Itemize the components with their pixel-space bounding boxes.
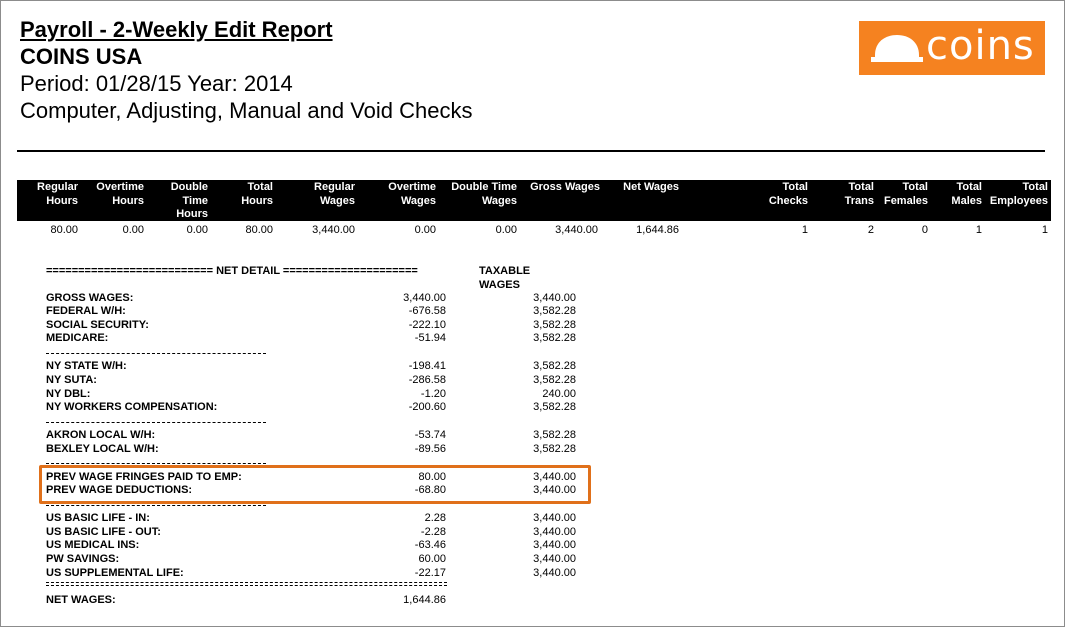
value-total-females: 0 [921, 224, 928, 236]
value-total-hours: 80.00 [245, 224, 273, 236]
detail-label: NY STATE W/H: [46, 360, 127, 372]
header-total-males: Total Males [951, 181, 982, 207]
taxable-wages-header: TAXABLE WAGES [479, 265, 531, 291]
detail-label: MEDICARE: [46, 332, 109, 344]
detail-amount: -68.80 [414, 484, 446, 496]
detail-label: NY SUTA: [46, 374, 97, 386]
total-divider [46, 582, 447, 586]
header-total-employees: Total Employees [989, 181, 1048, 207]
header-regular-hours: Regular Hours [37, 181, 78, 207]
detail-label: AKRON LOCAL W/H: [46, 429, 156, 441]
net-detail-header: ========================== NET DETAIL ==… [46, 265, 418, 277]
header-overtime-hours: Overtime Hours [96, 181, 144, 207]
detail-amount: 80.00 [418, 471, 446, 483]
detail-taxable: 3,440.00 [533, 526, 576, 538]
detail-taxable: 3,440.00 [533, 553, 576, 565]
detail-label: US SUPPLEMENTAL LIFE: [46, 567, 184, 579]
value-total-trans: 2 [867, 224, 874, 236]
detail-label: US MEDICAL INS: [46, 539, 140, 551]
detail-taxable: 3,440.00 [533, 484, 576, 496]
value-regular-hours: 80.00 [50, 224, 78, 236]
header-double-time-hours: Double Time Hours [170, 181, 208, 220]
detail-label: FEDERAL W/H: [46, 305, 126, 317]
detail-label: NY WORKERS COMPENSATION: [46, 401, 218, 413]
detail-amount: -200.60 [408, 401, 446, 413]
value-gross-wages: 3,440.00 [555, 224, 598, 236]
detail-amount: -22.17 [414, 567, 446, 579]
detail-label: US BASIC LIFE - IN: [46, 512, 150, 524]
detail-amount: 2.28 [424, 512, 446, 524]
value-total-checks: 1 [801, 224, 808, 236]
detail-label: NY DBL: [46, 388, 91, 400]
header-total-hours: Total Hours [241, 181, 273, 207]
detail-taxable: 3,440.00 [533, 292, 576, 304]
detail-label: GROSS WAGES: [46, 292, 134, 304]
detail-taxable: 3,440.00 [533, 512, 576, 524]
detail-amount: -198.41 [408, 360, 446, 372]
value-regular-wages: 3,440.00 [312, 224, 355, 236]
header-rule [17, 150, 1045, 152]
detail-taxable: 3,440.00 [533, 539, 576, 551]
detail-taxable: 3,440.00 [533, 471, 576, 483]
detail-amount: -222.10 [408, 319, 446, 331]
net-wages-amount: 1,644.86 [403, 594, 446, 606]
value-total-males: 1 [975, 224, 982, 236]
value-double-time-hours: 0.00 [186, 224, 208, 236]
net-wages-label: NET WAGES: [46, 594, 116, 606]
detail-amount: -51.94 [414, 332, 446, 344]
report-title: Payroll - 2-Weekly Edit Report [20, 17, 333, 42]
value-double-time-wages: 0.00 [495, 224, 517, 236]
detail-label: PW SAVINGS: [46, 553, 120, 565]
detail-taxable: 3,582.28 [533, 319, 576, 331]
detail-amount: -2.28 [420, 526, 446, 538]
detail-amount: -286.58 [408, 374, 446, 386]
detail-amount: -89.56 [414, 443, 446, 455]
detail-taxable: 3,582.28 [533, 443, 576, 455]
detail-taxable: 3,582.28 [533, 374, 576, 386]
header-net-wages: Net Wages [623, 181, 679, 193]
header-overtime-wages: Overtime Wages [388, 181, 436, 207]
period-line: Period: 01/28/15 Year: 2014 [20, 71, 293, 96]
detail-label: BEXLEY LOCAL W/H: [46, 443, 159, 455]
detail-amount: 3,440.00 [403, 292, 446, 304]
section-divider [46, 353, 266, 354]
detail-amount: -676.58 [408, 305, 446, 317]
section-divider [46, 505, 266, 506]
detail-taxable: 3,582.28 [533, 332, 576, 344]
value-net-wages: 1,644.86 [636, 224, 679, 236]
header-total-trans: Total Trans [844, 181, 874, 207]
detail-label: PREV WAGE FRINGES PAID TO EMP: [46, 471, 242, 483]
detail-taxable: 3,582.28 [533, 360, 576, 372]
header-total-checks: Total Checks [768, 181, 808, 207]
coins-logo: coins [859, 21, 1045, 75]
detail-amount: -1.20 [420, 388, 446, 400]
detail-taxable: 3,582.28 [533, 305, 576, 317]
value-total-employees: 1 [1041, 224, 1048, 236]
logo-wordmark: coins [926, 23, 1035, 69]
detail-amount: -53.74 [414, 429, 446, 441]
detail-label: PREV WAGE DEDUCTIONS: [46, 484, 193, 496]
detail-label: US BASIC LIFE - OUT: [46, 526, 161, 538]
header-regular-wages: Regular Wages [314, 181, 355, 207]
report-subtitle: Computer, Adjusting, Manual and Void Che… [20, 98, 473, 123]
section-divider [46, 463, 266, 464]
header-total-females: Total Females [883, 181, 928, 207]
value-overtime-wages: 0.00 [414, 224, 436, 236]
detail-label: SOCIAL SECURITY: [46, 319, 149, 331]
company-name: COINS USA [20, 44, 143, 69]
detail-taxable: 3,582.28 [533, 401, 576, 413]
detail-amount: -63.46 [414, 539, 446, 551]
value-overtime-hours: 0.00 [122, 224, 144, 236]
detail-taxable: 240.00 [542, 388, 576, 400]
section-divider [46, 422, 266, 423]
hard-hat-icon [871, 35, 923, 62]
detail-amount: 60.00 [418, 553, 446, 565]
header-gross-wages: Gross Wages [530, 181, 600, 193]
header-double-time-wages: Double Time Wages [451, 181, 517, 207]
detail-taxable: 3,582.28 [533, 429, 576, 441]
detail-taxable: 3,440.00 [533, 567, 576, 579]
